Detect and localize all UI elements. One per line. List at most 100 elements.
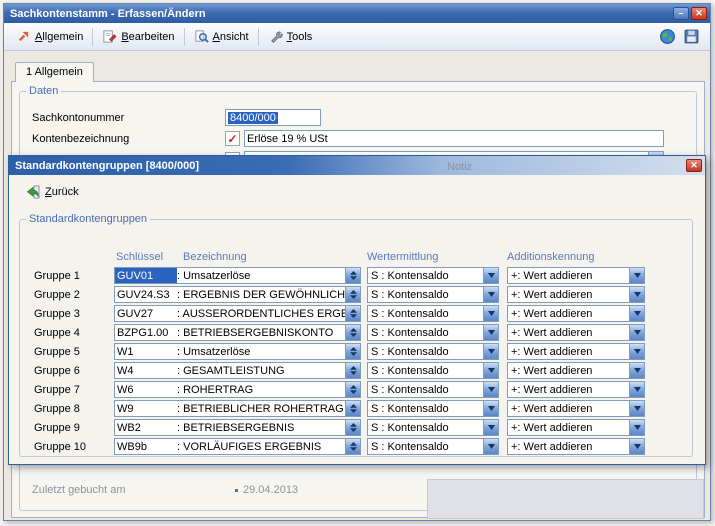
spinner-button[interactable] [345,344,360,359]
column-header-additionskennung: Additionskennung [507,251,594,263]
dropdown-arrow-icon[interactable] [483,420,498,435]
dropdown-arrow-icon[interactable] [629,344,644,359]
additionskennung-dropdown[interactable]: +: Wert addieren [507,400,645,417]
schluessel-input[interactable]: GUV01 [115,268,177,283]
dropdown-arrow-icon[interactable] [629,363,644,378]
save-disk-icon[interactable] [683,28,700,45]
spinner-button[interactable] [345,306,360,321]
additionskennung-value: +: Wert addieren [508,401,629,416]
wertermittlung-dropdown[interactable]: S : Kontensaldo [367,419,499,436]
schluessel-input[interactable]: WB2 [115,420,177,435]
schluessel-field[interactable]: W9 : BETRIEBLICHER ROHERTRAG [114,400,361,417]
dropdown-arrow-icon[interactable] [483,439,498,454]
dropdown-arrow-icon[interactable] [483,325,498,340]
additionskennung-dropdown[interactable]: +: Wert addieren [507,324,645,341]
wertermittlung-dropdown[interactable]: S : Kontensaldo [367,267,499,284]
schluessel-field[interactable]: W6 : ROHERTRAG [114,381,361,398]
additionskennung-dropdown[interactable]: +: Wert addieren [507,381,645,398]
wertermittlung-value: S : Kontensaldo [368,420,483,435]
schluessel-field[interactable]: W1 : Umsatzerlöse [114,343,361,360]
additionskennung-dropdown[interactable]: +: Wert addieren [507,419,645,436]
schluessel-input[interactable]: W1 [115,344,177,359]
menu-tools-button[interactable]: Tools [262,26,319,47]
menu-ansicht-label: Ansicht [213,31,249,43]
group-row: Gruppe 3 GUV27 : AUSSERORDENTLICHES ERGE… [20,304,692,323]
dropdown-arrow-icon[interactable] [629,287,644,302]
close-button[interactable]: ✕ [691,7,707,20]
wertermittlung-dropdown[interactable]: S : Kontensaldo [367,381,499,398]
spinner-button[interactable] [345,268,360,283]
schluessel-field[interactable]: GUV27 : AUSSERORDENTLICHES ERGEBNIS [114,305,361,322]
schluessel-input[interactable]: GUV24.S3 [115,287,177,302]
spinner-button[interactable] [345,401,360,416]
bezeichnung-text: : BETRIEBSERGEBNIS [177,420,345,435]
dropdown-arrow-icon[interactable] [629,268,644,283]
dropdown-arrow-icon[interactable] [629,439,644,454]
schluessel-field[interactable]: WB9b : VORLÄUFIGES ERGEBNIS [114,438,361,455]
menu-bearbeiten-button[interactable]: Bearbeiten [96,26,180,47]
dropdown-arrow-icon[interactable] [483,401,498,416]
zuletzt-gebucht-row: Zuletzt gebucht am 29.04.2013 [32,484,298,496]
spinner-button[interactable] [345,363,360,378]
wertermittlung-dropdown[interactable]: S : Kontensaldo [367,324,499,341]
dropdown-arrow-icon[interactable] [483,268,498,283]
main-toolbar: Allgemein Bearbeiten Ansicht [4,23,710,51]
wertermittlung-dropdown[interactable]: S : Kontensaldo [367,400,499,417]
wertermittlung-dropdown[interactable]: S : Kontensaldo [367,438,499,455]
main-titlebar[interactable]: Sachkontenstamm - Erfassen/Ändern – ✕ [4,4,710,23]
modal-close-button[interactable]: ✕ [686,159,702,172]
spinner-button[interactable] [345,439,360,454]
additionskennung-dropdown[interactable]: +: Wert addieren [507,343,645,360]
additionskennung-dropdown[interactable]: +: Wert addieren [507,362,645,379]
sachkontonummer-input[interactable]: 8400/000 [225,109,321,126]
schluessel-field[interactable]: GUV01 : Umsatzerlöse [114,267,361,284]
dropdown-arrow-icon[interactable] [483,382,498,397]
notiz-field[interactable] [427,479,704,519]
schluessel-field[interactable]: WB2 : BETRIEBSERGEBNIS [114,419,361,436]
wertermittlung-dropdown[interactable]: S : Kontensaldo [367,305,499,322]
zurueck-button[interactable]: Zurück [19,181,85,203]
wertermittlung-dropdown[interactable]: S : Kontensaldo [367,286,499,303]
tab-allgemein[interactable]: 1 Allgemein [15,62,94,82]
additionskennung-dropdown[interactable]: +: Wert addieren [507,267,645,284]
wertermittlung-value: S : Kontensaldo [368,287,483,302]
kontenbezeichnung-checkbox[interactable]: ✓ [225,131,240,146]
schluessel-field[interactable]: W4 : GESAMTLEISTUNG [114,362,361,379]
spinner-button[interactable] [345,420,360,435]
kontenbezeichnung-input[interactable]: Erlöse 19 % USt [244,130,664,147]
additionskennung-dropdown[interactable]: +: Wert addieren [507,438,645,455]
dropdown-arrow-icon[interactable] [629,306,644,321]
schluessel-input[interactable]: W4 [115,363,177,378]
dropdown-arrow-icon[interactable] [483,363,498,378]
dropdown-arrow-icon[interactable] [483,344,498,359]
spinner-button[interactable] [345,382,360,397]
schluessel-input[interactable]: W9 [115,401,177,416]
schluessel-input[interactable]: BZPG1.00 [115,325,177,340]
additionskennung-dropdown[interactable]: +: Wert addieren [507,305,645,322]
group-row: Gruppe 8 W9 : BETRIEBLICHER ROHERTRAG S … [20,399,692,418]
spinner-button[interactable] [345,325,360,340]
wertermittlung-dropdown[interactable]: S : Kontensaldo [367,343,499,360]
schluessel-field[interactable]: BZPG1.00 : BETRIEBSERGEBNISKONTO [114,324,361,341]
schluessel-input[interactable]: W6 [115,382,177,397]
wertermittlung-dropdown[interactable]: S : Kontensaldo [367,362,499,379]
group-row: Gruppe 4 BZPG1.00 : BETRIEBSERGEBNISKONT… [20,323,692,342]
dropdown-arrow-icon[interactable] [483,287,498,302]
dropdown-arrow-icon[interactable] [629,401,644,416]
dropdown-arrow-icon[interactable] [629,420,644,435]
menu-allgemein-button[interactable]: Allgemein [10,26,89,47]
minimize-button[interactable]: – [673,7,689,20]
globe-icon[interactable] [659,28,676,45]
dropdown-arrow-icon[interactable] [629,325,644,340]
dropdown-arrow-icon[interactable] [629,382,644,397]
spinner-button[interactable] [345,287,360,302]
modal-titlebar[interactable]: Standardkontengruppen [8400/000] ✕ [9,156,705,175]
sachkontonummer-row: Sachkontonummer 8400/000 [32,109,321,126]
additionskennung-dropdown[interactable]: +: Wert addieren [507,286,645,303]
menu-bearbeiten-label: Bearbeiten [121,31,174,43]
dropdown-arrow-icon[interactable] [483,306,498,321]
schluessel-input[interactable]: GUV27 [115,306,177,321]
schluessel-field[interactable]: GUV24.S3 : ERGEBNIS DER GEWÖHNLICHEN GES [114,286,361,303]
schluessel-input[interactable]: WB9b [115,439,177,454]
menu-ansicht-button[interactable]: Ansicht [188,26,255,47]
